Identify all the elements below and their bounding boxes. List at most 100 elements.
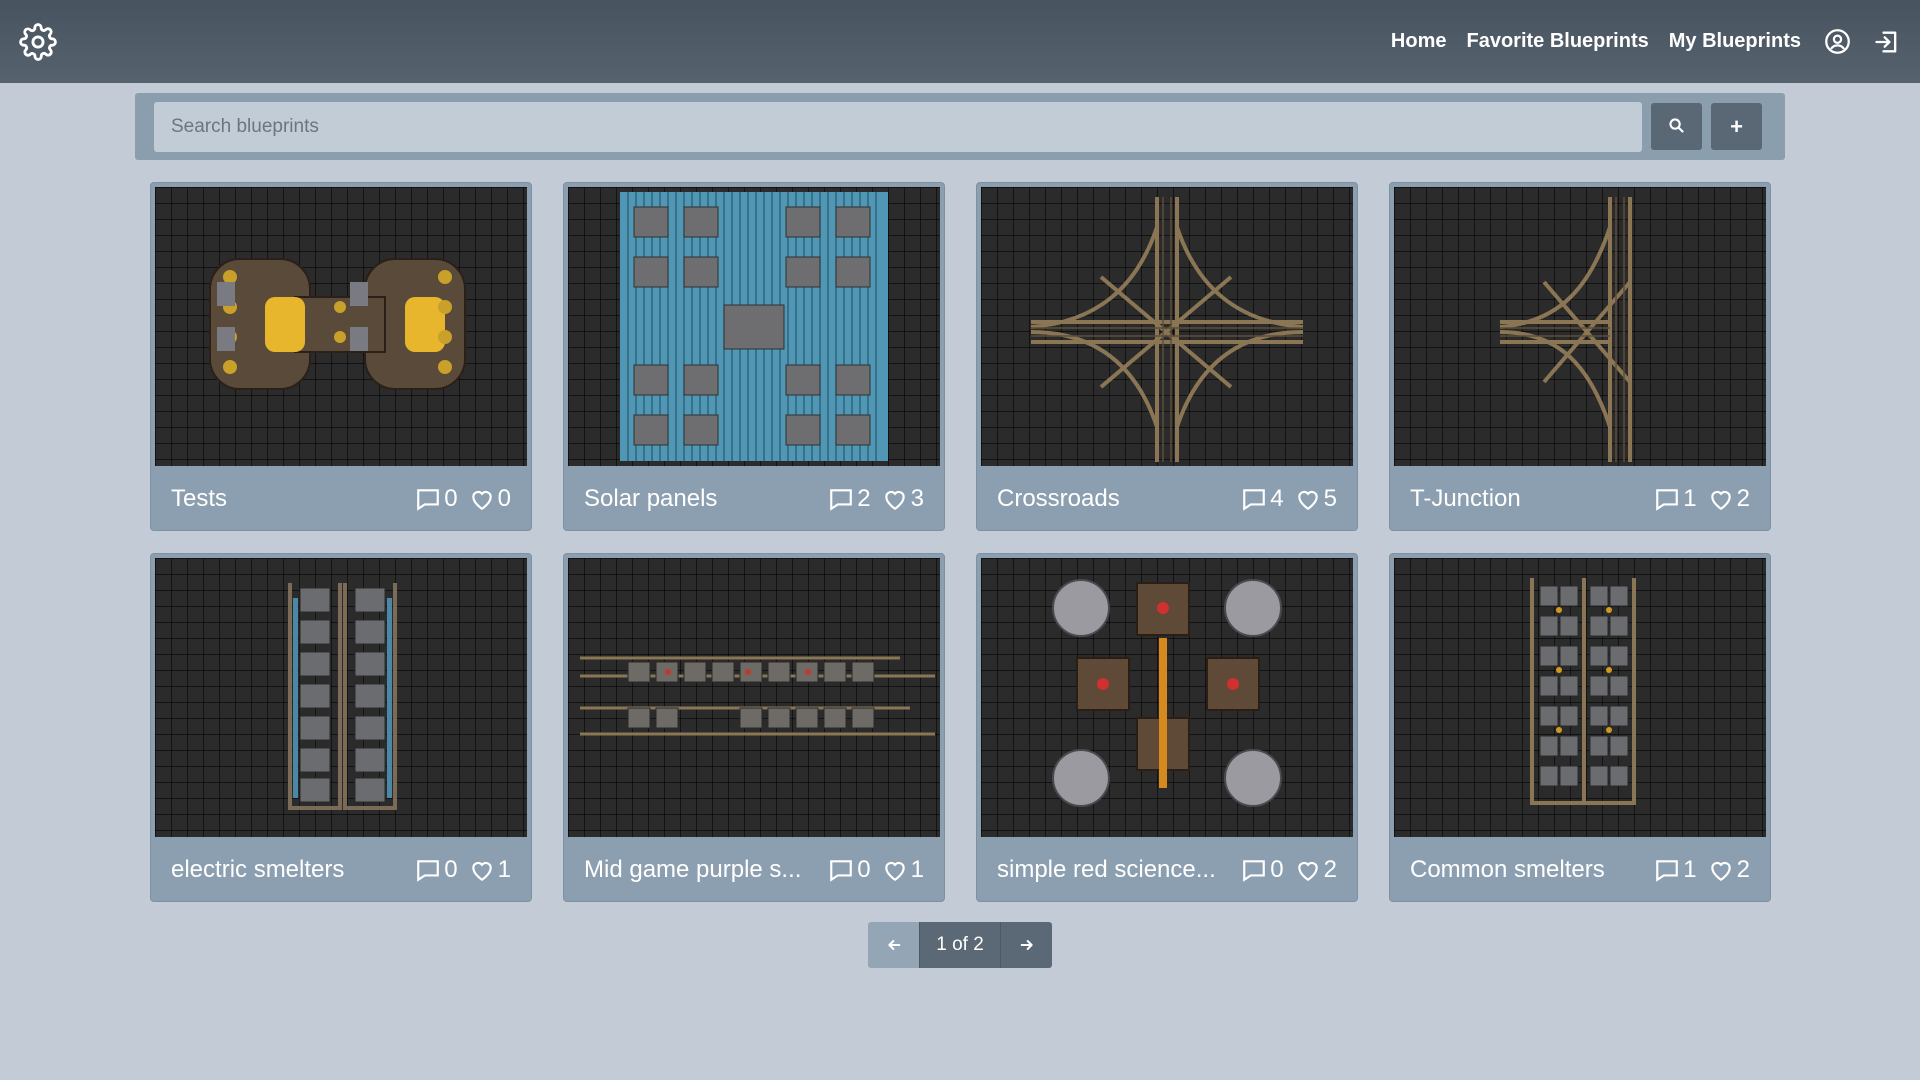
card-footer: Crossroads 4 5 [981,466,1353,532]
nav-favorite-blueprints[interactable]: Favorite Blueprints [1466,30,1648,53]
search-panel: + [135,93,1785,160]
comment-icon [417,489,440,511]
likes-count: 1 [881,856,924,884]
thumb-purple-line [580,656,935,736]
thumb-smelter-columns [288,583,397,810]
likes-value: 0 [497,485,511,512]
blueprint-thumbnail[interactable] [1394,187,1766,466]
blueprint-thumbnail[interactable] [981,558,1353,837]
user-circle-icon[interactable] [1823,28,1851,56]
thumb-crossroads [1030,197,1304,462]
blueprint-title[interactable]: Mid game purple s... [584,857,801,883]
search-button[interactable] [1651,103,1702,150]
comments-value: 0 [1270,856,1284,883]
blueprint-card[interactable]: Tests 0 0 [150,182,532,531]
search-input[interactable] [154,101,1642,152]
blueprint-title[interactable]: electric smelters [171,857,344,883]
card-stats: 4 5 [1230,485,1337,513]
blueprint-title[interactable]: Crossroads [997,486,1120,512]
card-stats: 1 2 [1643,856,1750,884]
pagination: 1 of 2 [868,922,1052,968]
heart-icon[interactable] [468,857,496,883]
add-blueprint-button[interactable]: + [1711,103,1762,150]
comments-value: 1 [1683,485,1697,512]
comment-icon [417,860,440,882]
likes-count: 2 [1707,856,1750,884]
likes-count: 2 [1294,856,1337,884]
heart-icon[interactable] [468,486,496,512]
heart-icon[interactable] [1294,486,1322,512]
card-footer: Tests 0 0 [155,466,527,532]
blueprint-title[interactable]: Tests [171,486,227,512]
card-footer: Mid game purple s... 0 1 [568,837,940,903]
comments-count: 4 [1240,485,1284,513]
comments-count: 0 [827,856,871,884]
likes-value: 1 [910,856,924,883]
comments-count: 1 [1653,856,1697,884]
blueprint-card[interactable]: T-Junction 1 2 [1389,182,1771,531]
blueprint-thumbnail[interactable] [568,187,940,466]
card-stats: 0 1 [817,856,924,884]
blueprint-title[interactable]: T-Junction [1410,486,1521,512]
top-navbar: Home Favorite Blueprints My Blueprints [0,0,1920,83]
heart-icon[interactable] [1707,486,1735,512]
blueprint-card[interactable]: Common smelters 1 2 [1389,553,1771,902]
blueprint-thumbnail[interactable] [155,187,527,466]
card-footer: electric smelters 0 1 [155,837,527,903]
card-stats: 0 0 [404,485,511,513]
card-stats: 2 3 [817,485,924,513]
comments-value: 4 [1270,485,1284,512]
likes-value: 1 [497,856,511,883]
thumb-red-science [1052,579,1282,807]
heart-icon[interactable] [881,857,909,883]
plus-icon: + [1730,113,1743,139]
comments-count: 0 [414,856,458,884]
thumb-common-smelters [1530,578,1636,805]
blueprint-title[interactable]: simple red science... [997,857,1216,883]
blueprint-card[interactable]: Solar panels 2 3 [563,182,945,531]
card-stats: 0 1 [404,856,511,884]
likes-value: 5 [1323,485,1337,512]
comment-icon [1243,489,1266,511]
logout-icon[interactable] [1873,28,1901,56]
likes-count: 1 [468,856,511,884]
comment-icon [1656,860,1679,882]
blueprint-thumbnail[interactable] [155,558,527,837]
likes-value: 3 [910,485,924,512]
likes-count: 5 [1294,485,1337,513]
heart-icon[interactable] [1294,857,1322,883]
likes-value: 2 [1736,856,1750,883]
blueprint-thumbnail[interactable] [1394,558,1766,837]
blueprint-card[interactable]: simple red science... 0 2 [976,553,1358,902]
card-footer: simple red science... 0 2 [981,837,1353,903]
thumb-tjunction [1499,197,1632,462]
comments-count: 0 [1240,856,1284,884]
page-indicator: 1 of 2 [919,922,1001,968]
main-nav: Home Favorite Blueprints My Blueprints [1371,28,1901,56]
blueprint-title[interactable]: Common smelters [1410,857,1605,883]
blueprint-thumbnail[interactable] [568,558,940,837]
comments-value: 0 [857,856,871,883]
blueprint-card[interactable]: electric smelters 0 1 [150,553,532,902]
nav-home[interactable]: Home [1391,30,1447,53]
arrow-right-icon[interactable] [1001,922,1052,968]
heart-icon[interactable] [881,486,909,512]
card-stats: 0 2 [1230,856,1337,884]
arrow-left-icon[interactable] [868,922,919,968]
comments-count: 2 [827,485,871,513]
blueprint-grid: Tests 0 0 Solar panels 2 3 Crossroads 4 … [150,182,1771,902]
search-icon [1668,116,1685,138]
thumb-rocket-pair [209,258,466,390]
blueprint-card[interactable]: Mid game purple s... 0 1 [563,553,945,902]
thumb-solar [620,192,888,461]
likes-value: 2 [1323,856,1337,883]
blueprint-thumbnail[interactable] [981,187,1353,466]
likes-count: 2 [1707,485,1750,513]
comment-icon [1656,489,1679,511]
heart-icon[interactable] [1707,857,1735,883]
likes-value: 2 [1736,485,1750,512]
blueprint-card[interactable]: Crossroads 4 5 [976,182,1358,531]
blueprint-title[interactable]: Solar panels [584,486,717,512]
nav-my-blueprints[interactable]: My Blueprints [1669,30,1801,53]
gear-icon[interactable] [19,22,57,61]
